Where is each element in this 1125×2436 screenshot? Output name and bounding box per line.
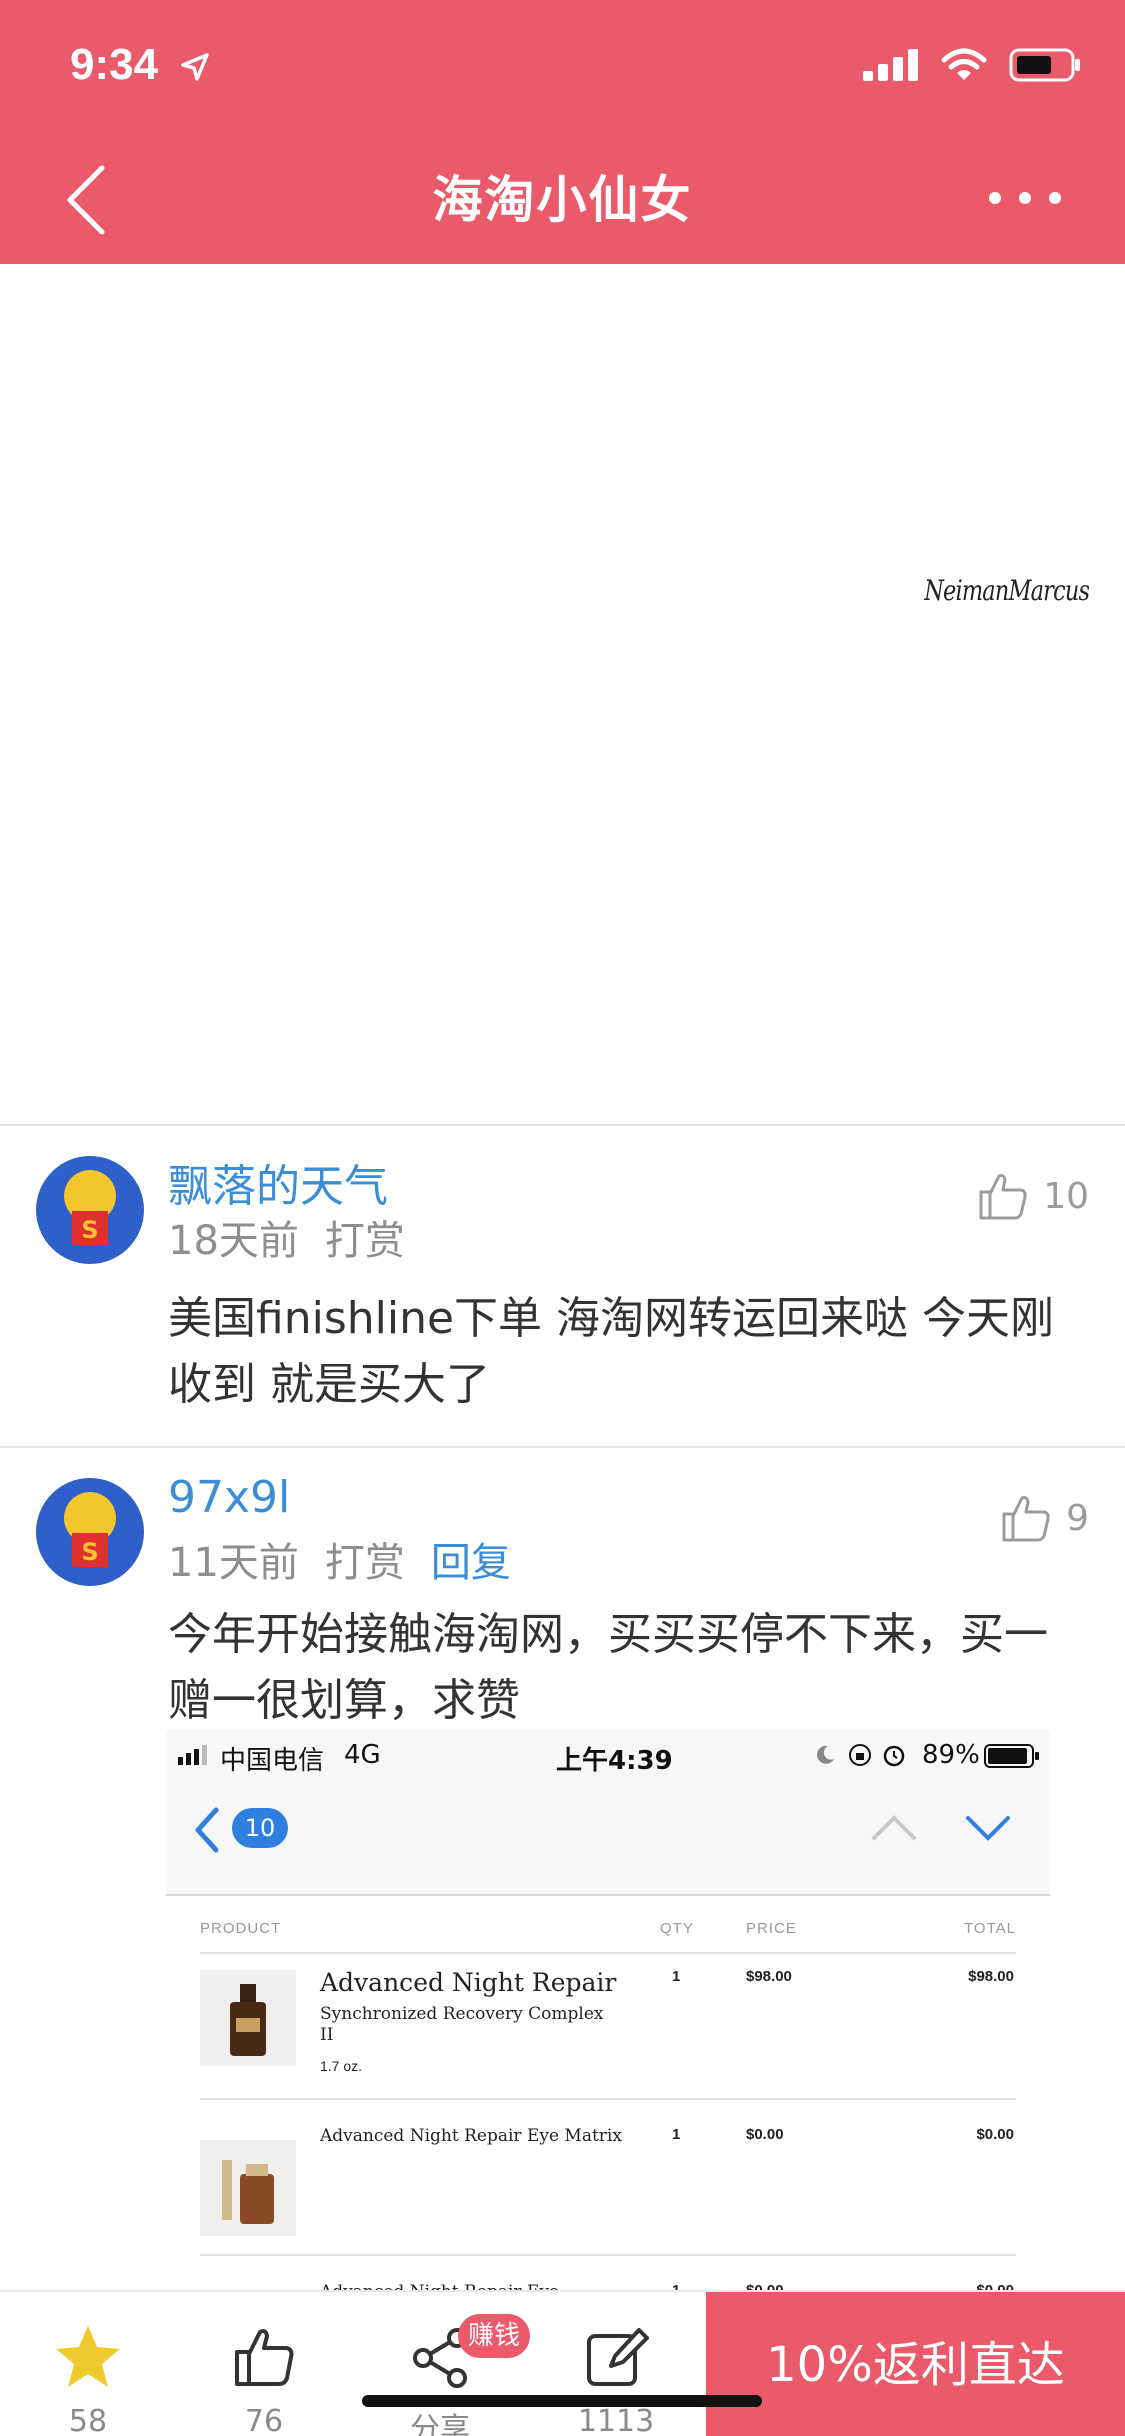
product-total: $98.00 xyxy=(968,1968,1014,1985)
more-options-button[interactable] xyxy=(975,178,1075,218)
status-indicators xyxy=(863,48,1081,82)
tip-button[interactable]: 打赏 xyxy=(325,1530,405,1588)
product-total: $0.00 xyxy=(976,2126,1014,2143)
embedded-battery-percent: 89% xyxy=(922,1740,980,1770)
thumbs-up-icon xyxy=(979,1174,1027,1220)
battery-icon xyxy=(984,1744,1039,1768)
post-image: NeimanMarcus xyxy=(0,264,1125,1124)
favorite-count: 58 xyxy=(68,2404,108,2436)
chevron-up-icon xyxy=(872,1815,916,1840)
embedded-nav-bar: 10 xyxy=(166,1780,1050,1896)
like-button[interactable]: 9 xyxy=(1000,1492,1089,1544)
like-count: 9 xyxy=(1066,1497,1089,1539)
column-header-price: PRICE xyxy=(746,1920,797,1937)
carrier-name: 中国电信 xyxy=(220,1746,325,1776)
back-chevron-icon xyxy=(195,1807,219,1853)
column-header-total: TOTAL xyxy=(964,1920,1016,1937)
comment-item: S 飘落的天气 18天前 打赏 10 美国finishline下单 海淘网转运回… xyxy=(0,1126,1125,1446)
comment-meta: 18天前 打赏 xyxy=(168,1208,405,1266)
embedded-status-bar: 中国电信 4G 上午4:39 89% xyxy=(166,1730,1050,1780)
location-arrow-icon xyxy=(181,53,209,81)
star-icon xyxy=(56,2326,120,2387)
svg-text:S: S xyxy=(81,1538,98,1566)
comment-username[interactable]: 飘落的天气 xyxy=(168,1150,388,1214)
thumbs-up-icon xyxy=(1002,1496,1050,1542)
wifi-icon xyxy=(941,48,987,80)
avatar-image: S xyxy=(36,1156,144,1264)
alarm-icon xyxy=(883,1745,905,1767)
column-header-product: PRODUCT xyxy=(200,1920,282,1937)
cellular-signal-icon xyxy=(863,49,918,81)
product-price: $98.00 xyxy=(746,1968,792,1985)
avatar-image: S xyxy=(36,1478,144,1586)
reply-button[interactable]: 回复 xyxy=(431,1530,511,1588)
top-header: 9:34 海淘小仙女 xyxy=(0,0,1125,264)
cellular-signal-icon xyxy=(178,1745,207,1765)
avatar[interactable]: S xyxy=(36,1156,144,1264)
chevron-down-icon xyxy=(966,1816,1010,1841)
moon-icon xyxy=(817,1745,834,1764)
product-image xyxy=(200,1970,296,2066)
app-screen: 9:34 海淘小仙女 NeimanMarcus S 飘落的天气 18天前 打赏 … xyxy=(0,0,1125,2436)
comment-time: 18天前 xyxy=(168,1218,299,1264)
product-name: Advanced Night Repair xyxy=(320,1968,617,1997)
like-count: 76 xyxy=(244,2404,284,2436)
svg-text:S: S xyxy=(81,1216,98,1244)
like-button[interactable]: 10 xyxy=(977,1170,1089,1222)
network-type: 4G xyxy=(344,1740,381,1770)
product-subtitle: Synchronized Recovery Complex II xyxy=(320,2004,604,2045)
column-header-qty: QTY xyxy=(660,1920,694,1937)
comment-text: 今年开始接触海淘网，买买买停不下来，买一赠一很划算，求赞 xyxy=(168,1609,1048,1726)
product-qty: 1 xyxy=(672,1968,681,1985)
comment-username[interactable]: 97x9l xyxy=(168,1472,290,1523)
bottom-action-bar: 58 76 分享 赚钱 1113 10%返利直达 xyxy=(0,2290,1125,2436)
comment-meta: 11天前 打赏 回复 xyxy=(168,1530,511,1588)
table-row: Advanced Night Repair Eye Matrix 1 $0.00… xyxy=(200,2100,1016,2254)
home-indicator[interactable] xyxy=(362,2395,762,2407)
status-time: 9:34 xyxy=(70,40,159,89)
product-qty: 1 xyxy=(672,2126,681,2143)
thumbs-up-icon xyxy=(235,2329,294,2386)
earn-badge: 赚钱 xyxy=(458,2314,530,2358)
rebate-button[interactable]: 10%返利直达 xyxy=(706,2292,1125,2436)
unread-count-badge: 10 xyxy=(232,1808,288,1848)
avatar[interactable]: S xyxy=(36,1478,144,1586)
serum-bottle-image xyxy=(230,1984,266,2056)
edit-icon xyxy=(587,2328,649,2386)
product-price: $0.00 xyxy=(746,2126,784,2143)
like-post-button[interactable]: 76 xyxy=(204,2322,324,2436)
product-size: 1.7 oz. xyxy=(320,2058,363,2074)
comment-count: 1113 xyxy=(577,2404,655,2436)
share-label: 分享 xyxy=(410,2412,470,2436)
comment-button[interactable]: 1113 xyxy=(556,2322,676,2436)
product-name: Advanced Night Repair Eye Matrix xyxy=(320,2126,622,2146)
favorite-button[interactable]: 58 xyxy=(28,2322,148,2436)
comment-text: 美国finishline下单 海淘网转运回来哒 今天刚收到 就是买大了 xyxy=(168,1293,1055,1410)
brand-logo: NeimanMarcus xyxy=(924,574,1090,607)
eye-matrix-image xyxy=(222,2160,274,2224)
like-count: 10 xyxy=(1043,1175,1089,1217)
product-image xyxy=(200,2140,296,2236)
page-title: 海淘小仙女 xyxy=(432,171,693,229)
battery-icon xyxy=(1009,48,1080,82)
rotation-lock-icon xyxy=(849,1744,871,1766)
tip-button[interactable]: 打赏 xyxy=(325,1208,405,1266)
embedded-time: 上午4:39 xyxy=(556,1746,673,1776)
table-row: Advanced Night Repair Synchronized Recov… xyxy=(200,1954,1016,2098)
comment-time: 11天前 xyxy=(168,1540,299,1586)
